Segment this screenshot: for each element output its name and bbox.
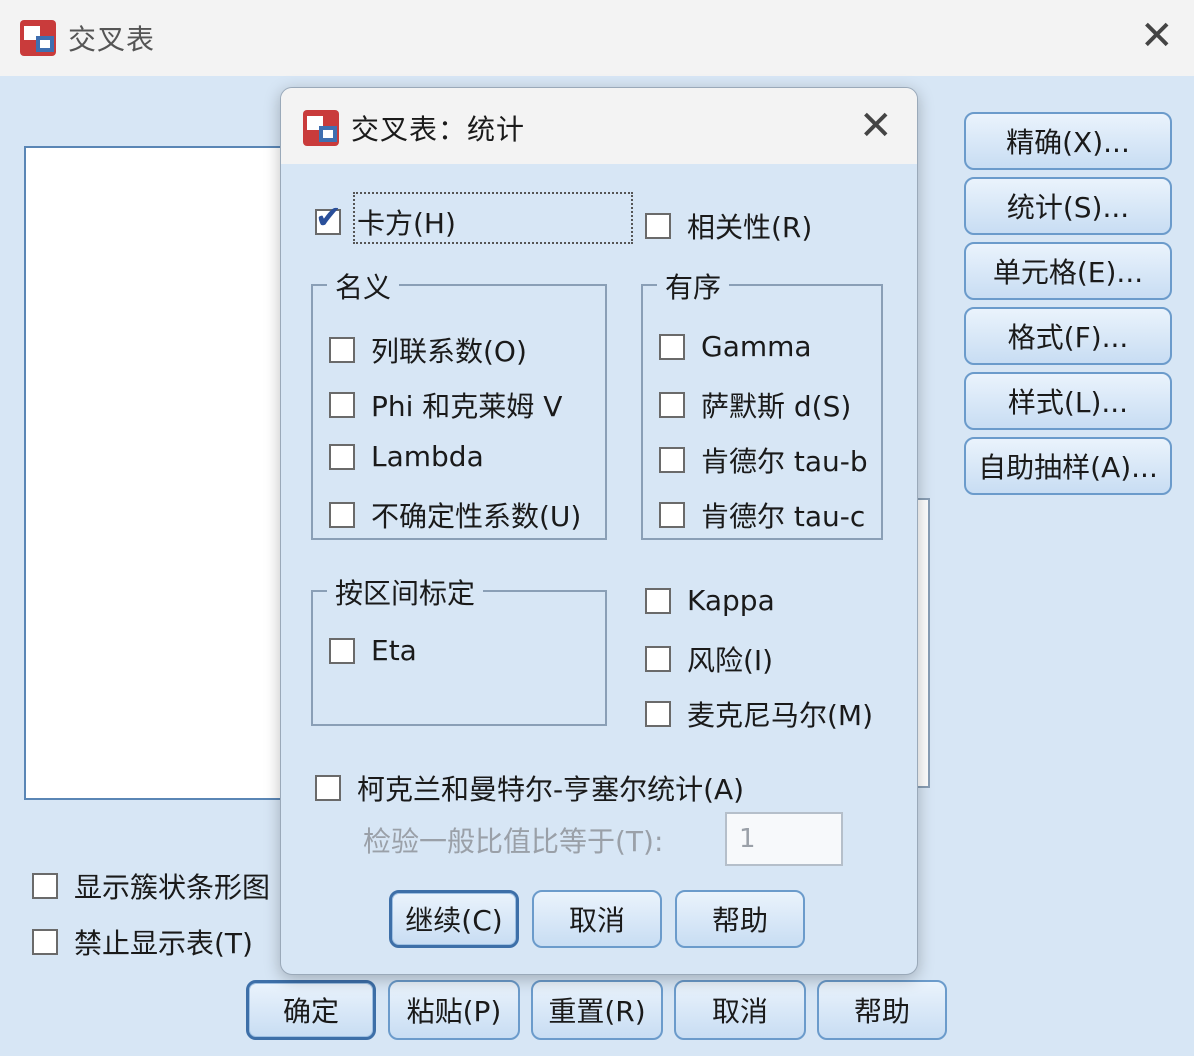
dialog-app-icon: [303, 110, 339, 146]
checkmark-icon: ✔: [315, 198, 342, 236]
eta-label: Eta: [371, 634, 417, 667]
risk-checkbox[interactable]: 风险(I): [645, 639, 773, 679]
suppress-tables-checkbox[interactable]: 禁止显示表(T): [32, 922, 253, 962]
lambda-checkbox-box[interactable]: [329, 443, 355, 470]
somers-d-checkbox[interactable]: 萨默斯 d(S): [659, 385, 851, 425]
kendall-tau-b-checkbox-box[interactable]: [659, 447, 685, 473]
gamma-label: Gamma: [701, 330, 812, 363]
crosstabs-app-icon: [20, 20, 56, 56]
statistics-dialog: 交叉表：统计 ✕ ✔ 卡方(H) 相关性(R) 名义 列联系数(O) Phi 和…: [280, 87, 918, 975]
risk-label: 风险(I): [687, 644, 774, 677]
kappa-checkbox[interactable]: Kappa: [645, 584, 775, 617]
ordinal-legend: 有序: [657, 266, 730, 306]
parent-cancel-button[interactable]: 取消: [674, 980, 806, 1040]
dialog-cancel-button[interactable]: 取消: [532, 890, 662, 948]
phi-cramers-v-checkbox[interactable]: Phi 和克莱姆 V: [329, 385, 562, 425]
interval-group: 按区间标定 Eta: [311, 572, 607, 726]
clustered-bar-chart-label: 显示簇状条形图: [74, 871, 271, 904]
ordinal-group: 有序 Gamma 萨默斯 d(S) 肯德尔 tau-b 肯德尔 tau-c: [641, 266, 883, 540]
contingency-coefficient-checkbox-box[interactable]: [329, 337, 355, 363]
clustered-bar-chart-checkbox[interactable]: 显示簇状条形图: [32, 866, 270, 906]
uncertainty-coefficient-label: 不确定性系数(U): [371, 500, 582, 533]
eta-checkbox-box[interactable]: [329, 637, 355, 664]
lambda-label: Lambda: [371, 440, 484, 473]
mcnemar-label: 麦克尼马尔(M): [687, 699, 874, 732]
contingency-coefficient-label: 列联系数(O): [371, 335, 527, 368]
paste-button[interactable]: 粘贴(P): [388, 980, 520, 1040]
odds-ratio-label: 检验一般比值比等于(T):: [363, 825, 664, 858]
suppress-tables-checkbox-box[interactable]: [32, 929, 58, 955]
ok-button[interactable]: 确定: [246, 980, 376, 1040]
interval-legend: 按区间标定: [327, 572, 484, 612]
continue-button[interactable]: 继续(C): [389, 890, 519, 948]
somers-d-checkbox-box[interactable]: [659, 392, 685, 418]
phi-cramers-v-label: Phi 和克莱姆 V: [371, 390, 563, 423]
kendall-tau-c-checkbox[interactable]: 肯德尔 tau-c: [659, 495, 865, 535]
contingency-coefficient-checkbox[interactable]: 列联系数(O): [329, 330, 527, 370]
dialog-help-button[interactable]: 帮助: [675, 890, 805, 948]
format-button[interactable]: 格式(F)...: [964, 307, 1172, 365]
kappa-label: Kappa: [687, 584, 775, 617]
dialog-title: 交叉表：统计: [351, 113, 526, 146]
risk-checkbox-box[interactable]: [645, 646, 671, 672]
reset-button[interactable]: 重置(R): [531, 980, 663, 1040]
mcnemar-checkbox[interactable]: 麦克尼马尔(M): [645, 694, 873, 734]
correlations-checkbox-box[interactable]: [645, 213, 671, 239]
correlations-checkbox[interactable]: 相关性(R): [645, 206, 812, 246]
gamma-checkbox[interactable]: Gamma: [659, 330, 812, 363]
exact-button[interactable]: 精确(X)...: [964, 112, 1172, 170]
nominal-legend: 名义: [327, 266, 400, 306]
suppress-tables-label: 禁止显示表(T): [74, 927, 253, 960]
kappa-checkbox-box[interactable]: [645, 587, 671, 614]
bootstrap-button[interactable]: 自助抽样(A)...: [964, 437, 1172, 495]
correlations-label: 相关性(R): [687, 211, 813, 244]
clustered-bar-chart-checkbox-box[interactable]: [32, 873, 58, 899]
uncertainty-coefficient-checkbox-box[interactable]: [329, 502, 355, 528]
phi-cramers-v-checkbox-box[interactable]: [329, 392, 355, 418]
parent-help-button[interactable]: 帮助: [817, 980, 947, 1040]
cmh-statistics-checkbox-box[interactable]: [315, 775, 341, 801]
uncertainty-coefficient-checkbox[interactable]: 不确定性系数(U): [329, 495, 581, 535]
chi-square-checkbox-box[interactable]: ✔: [315, 201, 342, 235]
mcnemar-checkbox-box[interactable]: [645, 701, 671, 727]
kendall-tau-c-checkbox-box[interactable]: [659, 502, 685, 528]
kendall-tau-b-checkbox[interactable]: 肯德尔 tau-b: [659, 440, 868, 480]
kendall-tau-b-label: 肯德尔 tau-b: [701, 445, 868, 478]
dialog-close-icon[interactable]: ✕: [859, 106, 893, 146]
style-button[interactable]: 样式(L)...: [964, 372, 1172, 430]
statistics-button[interactable]: 统计(S)...: [964, 177, 1172, 235]
cmh-statistics-checkbox[interactable]: 柯克兰和曼特尔-亨塞尔统计(A): [315, 768, 744, 808]
cells-button[interactable]: 单元格(E)...: [964, 242, 1172, 300]
nominal-group: 名义 列联系数(O) Phi 和克莱姆 V Lambda 不确定性系数(U): [311, 266, 607, 540]
parent-window-title: 交叉表: [68, 23, 156, 56]
chi-square-label: 卡方(H): [357, 207, 456, 240]
somers-d-label: 萨默斯 d(S): [701, 390, 852, 423]
parent-close-icon[interactable]: ✕: [1140, 16, 1174, 56]
parent-titlebar: 交叉表 ✕: [0, 0, 1194, 76]
odds-ratio-input[interactable]: 1: [725, 812, 843, 866]
eta-checkbox[interactable]: Eta: [329, 634, 417, 667]
lambda-checkbox[interactable]: Lambda: [329, 440, 484, 473]
source-variable-list[interactable]: [24, 146, 284, 800]
dialog-titlebar: 交叉表：统计 ✕: [281, 88, 917, 164]
gamma-checkbox-box[interactable]: [659, 333, 685, 360]
cmh-statistics-label: 柯克兰和曼特尔-亨塞尔统计(A): [357, 773, 745, 806]
kendall-tau-c-label: 肯德尔 tau-c: [701, 500, 866, 533]
chi-square-checkbox[interactable]: ✔ 卡方(H): [315, 201, 456, 242]
